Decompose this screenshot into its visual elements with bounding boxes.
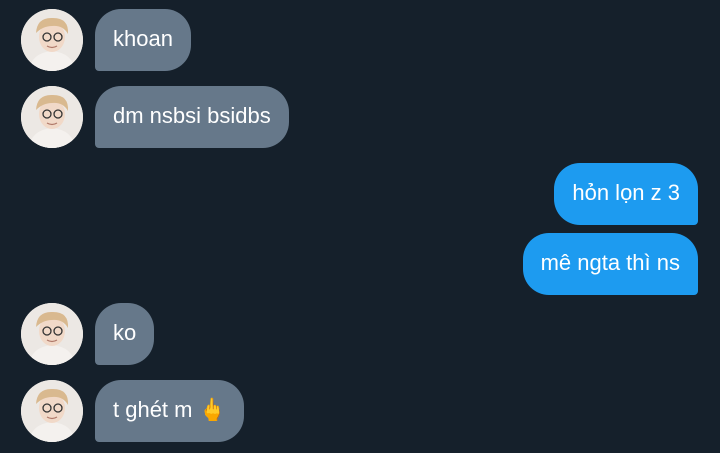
message-bubble-incoming[interactable]: khoan <box>95 9 191 71</box>
message-text: hỏn lọn z 3 <box>572 180 680 205</box>
message-row-incoming: khoan <box>0 9 720 71</box>
message-text: t ghét m 🖕 <box>113 397 226 422</box>
message-row-incoming: t ghét m 🖕 <box>0 380 720 442</box>
avatar[interactable] <box>21 303 83 365</box>
message-bubble-incoming[interactable]: ko <box>95 303 155 365</box>
avatar-image <box>21 380 83 442</box>
message-text: khoan <box>113 26 173 51</box>
message-bubble-incoming[interactable]: dm nsbsi bsidbs <box>95 86 289 148</box>
avatar-image <box>21 86 83 148</box>
message-row-outgoing: hỏn lọn z 3 <box>0 163 720 225</box>
avatar[interactable] <box>21 86 83 148</box>
message-row-incoming: dm nsbsi bsidbs <box>0 86 720 148</box>
message-bubble-outgoing[interactable]: hỏn lọn z 3 <box>554 163 698 225</box>
message-text: mê ngta thì ns <box>540 250 680 275</box>
chat-thread: khoan dm nsbsi bsidbs hỏn lọn z 3 mê ngt… <box>0 0 720 453</box>
avatar-image <box>21 303 83 365</box>
message-bubble-outgoing[interactable]: mê ngta thì ns <box>522 233 698 295</box>
message-bubble-incoming[interactable]: t ghét m 🖕 <box>95 380 244 442</box>
message-row-incoming: ko <box>0 303 720 365</box>
avatar-image <box>21 9 83 71</box>
message-text: ko <box>113 320 137 345</box>
avatar[interactable] <box>21 9 83 71</box>
message-text: dm nsbsi bsidbs <box>113 103 271 128</box>
avatar[interactable] <box>21 380 83 442</box>
message-row-outgoing: mê ngta thì ns <box>0 233 720 295</box>
